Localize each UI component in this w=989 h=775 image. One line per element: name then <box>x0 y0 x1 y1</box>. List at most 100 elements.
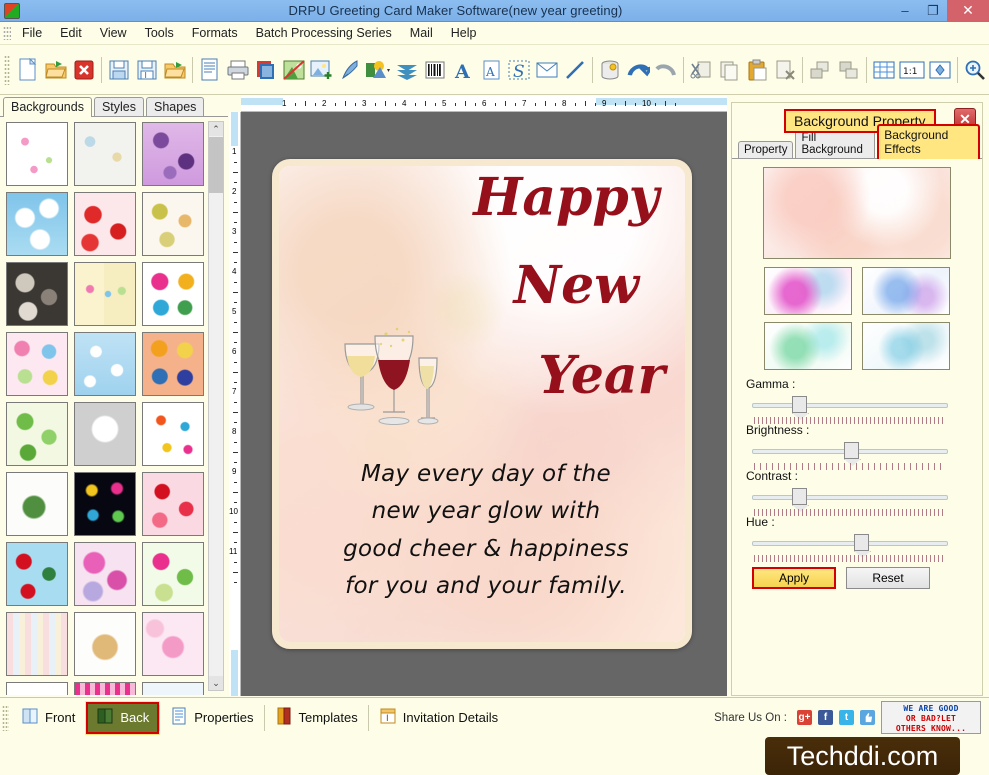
scroll-up-arrow[interactable]: ⌃ <box>209 122 223 136</box>
card-message[interactable]: May every day of the new year glow with … <box>297 456 675 605</box>
background-thumbnail-green-pink-leaves[interactable] <box>142 542 204 606</box>
background-thumbnail-green-pine-trees[interactable] <box>6 402 68 466</box>
background-thumbnail-pink-princess[interactable] <box>142 612 204 676</box>
database-icon[interactable] <box>596 53 624 87</box>
effect-green[interactable] <box>764 322 852 370</box>
pink-floral-preview[interactable] <box>763 167 951 259</box>
background-thumbnail-strawberries[interactable] <box>74 192 136 256</box>
effect-magenta[interactable] <box>764 267 852 315</box>
background-thumbnail-christmas-santa[interactable] <box>6 542 68 606</box>
background-thumbnail-list[interactable]: ⌃ ⌄ <box>0 117 228 695</box>
zoom-in-icon[interactable] <box>961 53 989 87</box>
image-icon[interactable] <box>280 53 308 87</box>
open-template-icon[interactable] <box>161 53 189 87</box>
background-thumbnail-baby-blue-items[interactable] <box>74 122 136 186</box>
menu-item-edit[interactable]: Edit <box>51 24 91 42</box>
greeting-card[interactable]: Happy New Year May every day of the new … <box>272 159 692 649</box>
background-thumbnail-pastel-eggs[interactable] <box>142 192 204 256</box>
hue-slider[interactable] <box>752 533 948 562</box>
reset-button[interactable]: Reset <box>846 567 930 589</box>
watermark-icon[interactable] <box>393 53 421 87</box>
add-image-icon[interactable] <box>308 53 336 87</box>
pen-icon[interactable] <box>336 53 364 87</box>
email-icon[interactable] <box>533 53 561 87</box>
save-icon[interactable] <box>105 53 133 87</box>
bottom-button-back[interactable]: Back <box>85 700 161 735</box>
bring-front-icon[interactable] <box>806 53 834 87</box>
text-icon[interactable]: A <box>477 53 505 87</box>
effect-blue[interactable] <box>862 267 950 315</box>
hue-slider-thumb[interactable] <box>854 534 869 551</box>
menu-item-batch-processing-series[interactable]: Batch Processing Series <box>247 24 401 42</box>
design-stage[interactable]: Happy New Year May every day of the new … <box>241 112 727 696</box>
wine-glasses-icon[interactable] <box>331 326 471 446</box>
background-thumbnail-kids-toys-confetti[interactable] <box>142 402 204 466</box>
left-panel-scrollbar[interactable]: ⌃ ⌄ <box>208 121 224 691</box>
brightness-slider-thumb[interactable] <box>844 442 859 459</box>
background-thumbnail-blue-snowflakes[interactable] <box>74 332 136 396</box>
background-thumbnail-pink-stripe-row[interactable] <box>74 682 136 695</box>
gamma-slider[interactable] <box>752 395 948 424</box>
undo-icon[interactable] <box>624 53 652 87</box>
paste-icon[interactable] <box>743 53 771 87</box>
new-document-icon[interactable] <box>14 53 42 87</box>
menu-item-mail[interactable]: Mail <box>401 24 442 42</box>
line-icon[interactable] <box>561 53 589 87</box>
background-thumbnail-teddy-bear[interactable] <box>74 612 136 676</box>
scrollbar-thumb[interactable] <box>209 137 223 193</box>
scroll-down-arrow[interactable]: ⌄ <box>209 676 223 690</box>
background-thumbnail-fireworks-night[interactable] <box>74 472 136 536</box>
fit-screen-icon[interactable] <box>926 53 954 87</box>
menu-item-tools[interactable]: Tools <box>136 24 183 42</box>
bottom-button-invitation-details[interactable]: I Invitation Details <box>369 702 508 734</box>
background-thumbnail-purple-flowers[interactable] <box>142 122 204 186</box>
close-document-icon[interactable] <box>70 53 98 87</box>
print-icon[interactable] <box>224 53 252 87</box>
tab-property[interactable]: Property <box>738 141 794 158</box>
shape-icon[interactable] <box>364 53 392 87</box>
save-as-icon[interactable]: I <box>133 53 161 87</box>
send-back-icon[interactable] <box>834 53 862 87</box>
background-thumbnail-pink-pompoms[interactable] <box>74 542 136 606</box>
facebook-icon[interactable]: f <box>818 710 833 725</box>
close-button[interactable]: ✕ <box>947 0 989 22</box>
batch-series-icon[interactable] <box>252 53 280 87</box>
effect-cyan[interactable] <box>862 322 950 370</box>
menu-item-view[interactable]: View <box>91 24 136 42</box>
bottom-button-front[interactable]: Front <box>11 702 85 734</box>
delete-icon[interactable] <box>771 53 799 87</box>
background-thumbnail-blue-sky-clouds[interactable] <box>6 192 68 256</box>
background-thumbnail-yellow-hanging-beads[interactable] <box>74 262 136 326</box>
minimize-button[interactable]: – <box>891 0 919 22</box>
restore-button[interactable]: ❐ <box>919 0 947 22</box>
signature-icon[interactable]: S <box>505 53 533 87</box>
background-thumbnail-red-pink-hearts[interactable] <box>142 472 204 536</box>
grid-icon[interactable] <box>870 53 898 87</box>
background-thumbnail-blue-pattern-row[interactable] <box>142 682 204 695</box>
contrast-slider[interactable] <box>752 487 948 516</box>
google-plus-icon[interactable]: g+ <box>797 710 812 725</box>
background-thumbnail-pastel-stripes[interactable] <box>6 612 68 676</box>
font-icon[interactable]: A <box>449 53 477 87</box>
gamma-slider-thumb[interactable] <box>792 396 807 413</box>
background-thumbnail-green-pinecones[interactable] <box>6 472 68 536</box>
background-thumbnail-baby-shower-pink[interactable] <box>6 122 68 186</box>
background-thumbnail-gift-boxes[interactable] <box>142 262 204 326</box>
background-thumbnail-orange-mandalas[interactable] <box>142 332 204 396</box>
tab-styles[interactable]: Styles <box>93 97 145 116</box>
bottom-button-properties[interactable]: Properties <box>160 702 263 734</box>
copy-icon[interactable] <box>715 53 743 87</box>
menu-item-file[interactable]: File <box>13 24 51 42</box>
apply-button[interactable]: Apply <box>752 567 836 589</box>
tab-background-effects[interactable]: Background Effects <box>877 124 980 159</box>
background-thumbnail-white-rose-heart[interactable] <box>74 402 136 466</box>
tab-shapes[interactable]: Shapes <box>146 97 205 116</box>
background-thumbnail-pebbles-stones[interactable] <box>6 262 68 326</box>
feedback-badge[interactable]: WE ARE GOOD OR BAD?LET OTHERS KNOW... <box>881 701 981 734</box>
cut-icon[interactable] <box>687 53 715 87</box>
tab-backgrounds[interactable]: Backgrounds <box>3 97 92 117</box>
twitter-icon[interactable]: t <box>839 710 854 725</box>
background-thumbnail-colorful-circles[interactable] <box>6 332 68 396</box>
thumbs-up-icon[interactable] <box>860 710 875 725</box>
bottom-button-templates[interactable]: Templates <box>265 702 368 734</box>
